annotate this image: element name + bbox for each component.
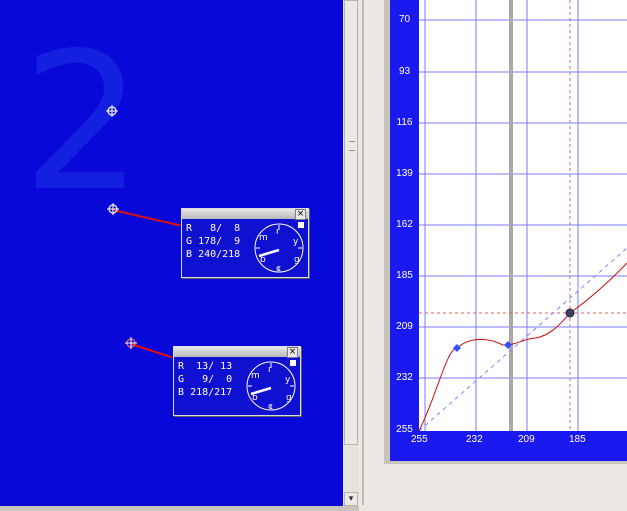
dial-letter-g: g	[286, 393, 292, 403]
blue-values: 218/217	[190, 387, 233, 398]
x-tick-label: 185	[569, 434, 586, 445]
readout-titlebar[interactable]	[182, 209, 308, 219]
panel-divider	[362, 0, 364, 505]
y-tick-label: 139	[396, 168, 413, 179]
hue-dial-icon: m r y g c b	[254, 222, 304, 274]
dial-letter-y: y	[293, 237, 299, 247]
sample-point-marker[interactable]	[125, 337, 137, 349]
readout-close-button[interactable]: ×	[287, 347, 298, 358]
green-label: G	[186, 236, 193, 247]
y-tick-label: 116	[396, 117, 413, 128]
scrollbar-grip-icon	[349, 141, 355, 151]
readout-values: R 13/ 13 G 9/ 0 B 218/217	[178, 360, 232, 399]
y-tick-label: 70	[398, 14, 411, 25]
scroll-down-button[interactable]: ▾	[344, 492, 358, 506]
sample-point-marker[interactable]	[107, 203, 119, 215]
sample-point-marker[interactable]	[106, 105, 118, 117]
tone-curve[interactable]	[418, 262, 627, 432]
readout-values: R 8/ 8 G 178/ 9 B 240/218	[186, 222, 240, 261]
dial-letter-m: m	[259, 233, 268, 243]
identity-diagonal	[418, 247, 627, 432]
scrollbar-thumb[interactable]	[344, 0, 358, 445]
x-tick-label: 209	[518, 434, 535, 445]
dial-letter-y: y	[285, 375, 291, 385]
image-numeral: 2	[22, 12, 143, 233]
blue-label: B	[186, 249, 193, 260]
red-label: R	[186, 223, 193, 234]
x-tick-label: 232	[466, 434, 483, 445]
red-values: 13/ 13	[190, 361, 233, 372]
vertical-scrollbar[interactable]: ▾	[343, 0, 359, 511]
readout-close-button[interactable]: ×	[295, 209, 306, 220]
blue-label: B	[178, 387, 185, 398]
red-label: R	[178, 361, 185, 372]
hue-dial-icon: m r y g c b	[246, 360, 296, 412]
y-tick-label: 162	[396, 219, 413, 230]
green-values: 178/ 9	[198, 236, 241, 247]
color-readout-panel[interactable]: × R 13/ 13 G 9/ 0 B 218/217 m r y g c b	[173, 346, 301, 416]
y-tick-label: 232	[396, 372, 413, 383]
color-readout-panel[interactable]: × R 8/ 8 G 178/ 9 B 240/218 m r y g c b	[181, 208, 309, 278]
dial-letter-g: g	[294, 255, 300, 265]
curve-control-point[interactable]	[453, 344, 461, 352]
curve-plot-area[interactable]	[418, 0, 627, 432]
dial-letter-m: m	[251, 371, 260, 381]
y-tick-label: 93	[398, 66, 411, 77]
blue-values: 240/218	[198, 249, 241, 260]
curve-plot-svg[interactable]	[418, 0, 627, 432]
y-tick-label: 185	[396, 270, 413, 281]
readout-titlebar[interactable]	[174, 347, 300, 357]
x-tick-label: 255	[411, 434, 428, 445]
green-values: 9/ 0	[190, 374, 233, 385]
selected-control-point[interactable]	[565, 308, 575, 318]
image-canvas[interactable]: 2 × R 8/ 8 G 178/ 9 B 240/218 m r y g c …	[0, 0, 343, 511]
green-label: G	[178, 374, 185, 385]
y-tick-label: 209	[396, 321, 413, 332]
red-values: 8/ 8	[198, 223, 241, 234]
bottom-edge	[0, 506, 359, 511]
